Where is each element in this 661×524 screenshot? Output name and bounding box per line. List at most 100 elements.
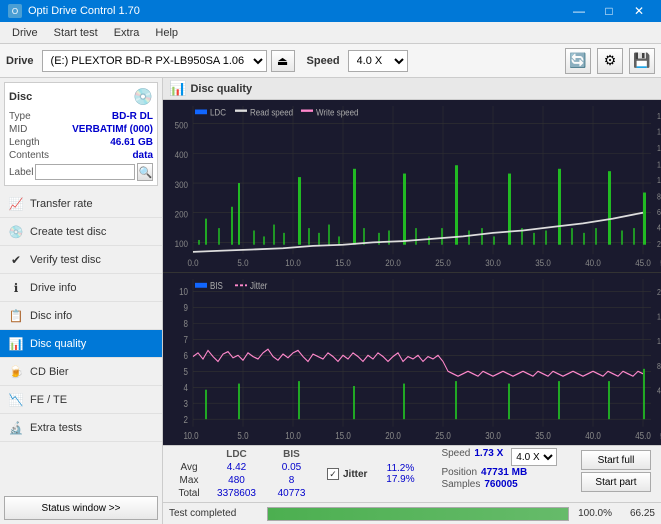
svg-text:500: 500 <box>175 120 188 131</box>
label-edit-button[interactable]: 🔍 <box>137 163 153 181</box>
jitter-section: ✓ Jitter 11.2% 17.9% <box>319 448 433 500</box>
refresh-button[interactable]: 🔄 <box>565 48 591 74</box>
stats-total-label: Total <box>169 487 209 500</box>
speed-unit-select[interactable]: 4.0 X <box>511 448 557 466</box>
start-full-button[interactable]: Start full <box>581 450 651 470</box>
status-window-button[interactable]: Status window >> <box>4 496 158 520</box>
drive-toolbar: Drive (E:) PLEXTOR BD-R PX-LB950SA 1.06 … <box>0 44 661 78</box>
menu-drive[interactable]: Drive <box>4 25 46 41</box>
disc-panel-label: Disc <box>9 91 32 103</box>
svg-text:30.0: 30.0 <box>485 257 501 268</box>
svg-text:20%: 20% <box>657 287 661 297</box>
svg-text:12%: 12% <box>657 337 661 347</box>
svg-text:2: 2 <box>184 414 188 425</box>
svg-text:6: 6 <box>184 350 188 361</box>
nav-disc-quality[interactable]: 📊 Disc quality <box>0 330 162 358</box>
extra-tests-icon: 🔬 <box>8 420 24 436</box>
nav-cd-bier-label: CD Bier <box>30 366 69 378</box>
disc-icon: 💿 <box>133 87 153 107</box>
svg-text:10.0: 10.0 <box>285 257 301 268</box>
stats-header-empty <box>169 448 209 461</box>
settings-button[interactable]: ⚙ <box>597 48 623 74</box>
chart1-ldc: 500 400 300 200 100 18X 16X 14X 12X 10X … <box>163 100 661 273</box>
jitter-label: Jitter <box>343 469 367 480</box>
nav-fe-te-label: FE / TE <box>30 394 67 406</box>
nav-extra-tests-label: Extra tests <box>30 422 82 434</box>
samples-val: 760005 <box>484 479 517 490</box>
app-icon: O <box>8 4 22 18</box>
disc-label-key: Label <box>9 167 33 178</box>
nav-disc-info[interactable]: 📋 Disc info <box>0 302 162 330</box>
status-window-label: Status window >> <box>42 503 121 514</box>
stats-bis-header: BIS <box>264 448 319 461</box>
svg-text:4X: 4X <box>657 223 661 233</box>
svg-text:35.0: 35.0 <box>535 257 551 268</box>
nav-create-test[interactable]: 💿 Create test disc <box>0 218 162 246</box>
svg-text:3: 3 <box>184 398 188 409</box>
svg-text:16%: 16% <box>657 312 661 322</box>
drive-select[interactable]: (E:) PLEXTOR BD-R PX-LB950SA 1.06 <box>42 50 267 72</box>
jitter-checkbox[interactable]: ✓ <box>327 468 339 480</box>
close-button[interactable]: ✕ <box>625 0 653 22</box>
nav-extra-tests[interactable]: 🔬 Extra tests <box>0 414 162 442</box>
svg-text:15.0: 15.0 <box>335 430 351 441</box>
progress-track <box>267 507 569 521</box>
progress-fill <box>268 508 568 520</box>
nav-fe-te[interactable]: 📉 FE / TE <box>0 386 162 414</box>
svg-text:10: 10 <box>179 286 188 297</box>
disc-mid-val: VERBATIMf (000) <box>72 124 153 135</box>
nav-create-test-label: Create test disc <box>30 226 106 238</box>
main-layout: Disc 💿 Type BD-R DL MID VERBATIMf (000) … <box>0 78 661 524</box>
svg-text:14X: 14X <box>657 143 661 153</box>
stats-table: LDC BIS Avg 4.42 0.05 Max 480 8 Total 33… <box>169 448 319 500</box>
svg-text:25.0: 25.0 <box>435 257 451 268</box>
svg-text:12X: 12X <box>657 160 661 170</box>
svg-text:Write speed: Write speed <box>316 107 359 118</box>
speed-select[interactable]: 4.0 X <box>348 50 408 72</box>
svg-text:16X: 16X <box>657 127 661 137</box>
stats-max-bis: 8 <box>264 474 319 487</box>
nav-verify-test[interactable]: ✔ Verify test disc <box>0 246 162 274</box>
stats-ldc-header: LDC <box>209 448 264 461</box>
nav-cd-bier[interactable]: 🍺 CD Bier <box>0 358 162 386</box>
disc-label-input[interactable] <box>35 164 135 180</box>
eject-button[interactable]: ⏏ <box>271 50 295 72</box>
disc-panel: Disc 💿 Type BD-R DL MID VERBATIMf (000) … <box>4 82 158 186</box>
svg-text:Read speed: Read speed <box>250 107 293 118</box>
cd-bier-icon: 🍺 <box>8 364 24 380</box>
start-part-button[interactable]: Start part <box>581 472 651 492</box>
nav-verify-test-label: Verify test disc <box>30 254 101 266</box>
svg-text:40.0: 40.0 <box>585 257 601 268</box>
disc-info-icon: 📋 <box>8 308 24 324</box>
menu-start-test[interactable]: Start test <box>46 25 106 41</box>
speed-key: Speed <box>441 448 470 466</box>
stats-bar: LDC BIS Avg 4.42 0.05 Max 480 8 Total 33… <box>163 445 661 502</box>
disc-contents-key: Contents <box>9 150 49 161</box>
quality-title: Disc quality <box>190 83 252 95</box>
svg-text:30.0: 30.0 <box>485 430 501 441</box>
stats-avg-ldc: 4.42 <box>209 461 264 474</box>
maximize-button[interactable]: □ <box>595 0 623 22</box>
svg-text:400: 400 <box>175 149 188 160</box>
jitter-avg-val: 11.2% <box>375 463 425 474</box>
transfer-rate-icon: 📈 <box>8 196 24 212</box>
svg-text:18X: 18X <box>657 111 661 121</box>
menu-extra[interactable]: Extra <box>106 25 148 41</box>
disc-length-key: Length <box>9 137 40 148</box>
svg-text:0.0: 0.0 <box>187 257 198 268</box>
nav-drive-info[interactable]: ℹ Drive info <box>0 274 162 302</box>
menu-help[interactable]: Help <box>147 25 186 41</box>
samples-key: Samples <box>441 479 480 490</box>
speed-label: Speed <box>307 55 340 67</box>
save-button[interactable]: 💾 <box>629 48 655 74</box>
speed-info: Speed 1.73 X 4.0 X Position 47731 MB Sam… <box>433 448 565 500</box>
svg-text:15.0: 15.0 <box>335 257 351 268</box>
nav-transfer-rate[interactable]: 📈 Transfer rate <box>0 190 162 218</box>
charts-area: 500 400 300 200 100 18X 16X 14X 12X 10X … <box>163 100 661 445</box>
svg-text:20.0: 20.0 <box>385 430 401 441</box>
svg-text:4%: 4% <box>657 386 661 396</box>
svg-text:5.0: 5.0 <box>237 430 248 441</box>
svg-text:35.0: 35.0 <box>535 430 551 441</box>
minimize-button[interactable]: — <box>565 0 593 22</box>
disc-mid-key: MID <box>9 124 27 135</box>
